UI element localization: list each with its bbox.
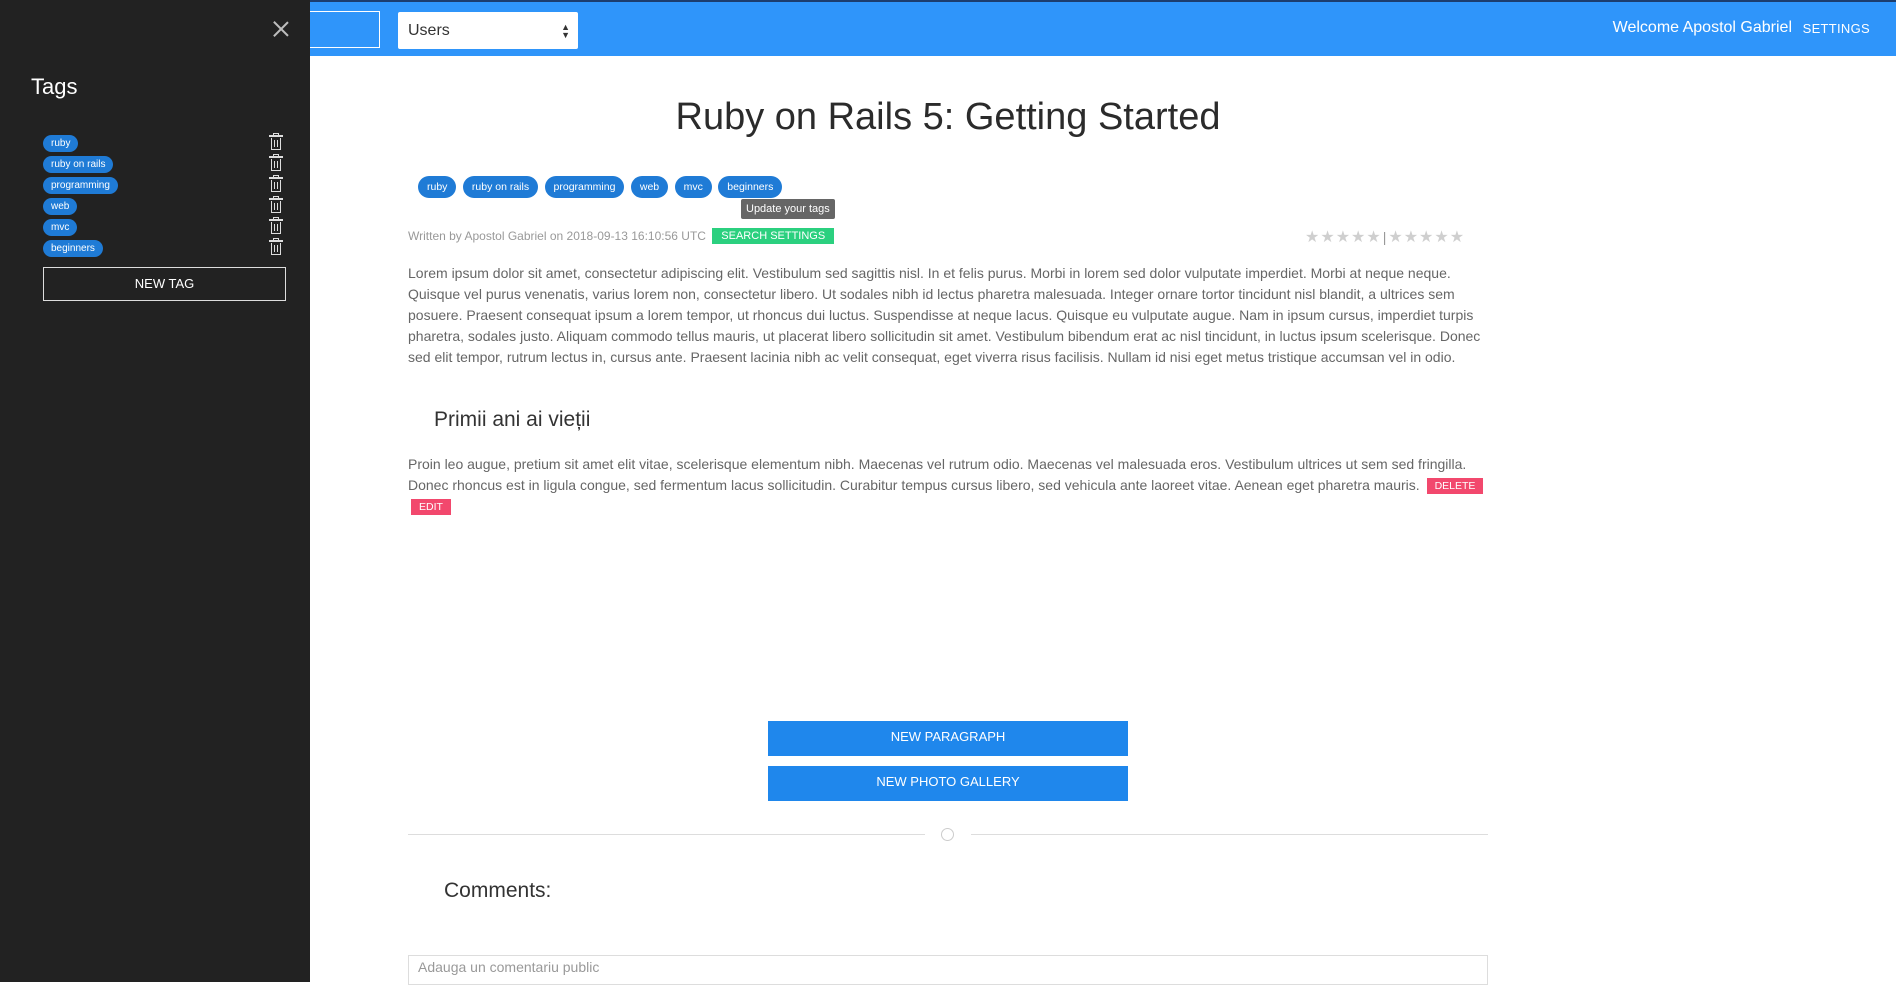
tags-sidebar: Tags ruby ruby on rails programming web … bbox=[0, 0, 310, 982]
trash-icon[interactable] bbox=[269, 175, 283, 192]
sidebar-tag[interactable]: web bbox=[43, 198, 78, 215]
sidebar-tag-row: programming bbox=[43, 175, 283, 194]
search-input[interactable] bbox=[300, 11, 380, 48]
sidebar-title: Tags bbox=[31, 74, 78, 99]
search-settings-button[interactable]: SEARCH SETTINGS bbox=[712, 228, 835, 244]
select-arrows-icon: ▲ ▼ bbox=[561, 22, 570, 40]
post-tag[interactable]: web bbox=[630, 176, 669, 198]
sidebar-tag[interactable]: ruby on rails bbox=[43, 156, 114, 173]
post-paragraph-1: Lorem ipsum dolor sit amet, consectetur … bbox=[408, 265, 1481, 365]
update-tags-tooltip: Update your tags bbox=[741, 199, 835, 219]
star-icon[interactable]: ★ bbox=[1351, 229, 1366, 246]
star-icon[interactable]: ★ bbox=[1388, 229, 1403, 246]
post-tag[interactable]: mvc bbox=[674, 176, 712, 198]
sidebar-tag-row: ruby bbox=[43, 133, 283, 152]
star-icon[interactable]: ★ bbox=[1404, 229, 1419, 246]
divider-line bbox=[971, 834, 1488, 835]
rating-separator: | bbox=[1382, 229, 1388, 245]
comments-heading: Comments: bbox=[444, 879, 552, 902]
trash-icon[interactable] bbox=[269, 154, 283, 171]
divider-line bbox=[408, 834, 925, 835]
section-heading: Primii ani ai vieții bbox=[434, 408, 591, 431]
new-photo-gallery-button[interactable]: NEW PHOTO GALLERY bbox=[768, 766, 1128, 801]
star-icon[interactable]: ★ bbox=[1366, 229, 1381, 246]
post-tag[interactable]: beginners bbox=[718, 176, 783, 198]
post-title: Ruby on Rails 5: Getting Started bbox=[675, 96, 1221, 138]
settings-link[interactable]: SETTINGS bbox=[1803, 21, 1870, 36]
sidebar-tag[interactable]: beginners bbox=[43, 240, 103, 257]
delete-button[interactable]: DELETE bbox=[1426, 478, 1484, 494]
post-tag[interactable]: ruby on rails bbox=[462, 176, 539, 198]
post-byline: Written by Apostol Gabriel on 2018-09-13… bbox=[408, 228, 835, 244]
search-type-select[interactable]: Users ▲ ▼ bbox=[398, 12, 578, 49]
comment-input[interactable]: Adauga un comentariu public bbox=[408, 955, 1488, 985]
sidebar-tag[interactable]: programming bbox=[43, 177, 118, 194]
post-tag[interactable]: ruby bbox=[418, 176, 457, 198]
trash-icon[interactable] bbox=[269, 196, 283, 213]
sidebar-tag-row: mvc bbox=[43, 217, 283, 236]
post-tags: ruby ruby on rails programming web mvc b… bbox=[418, 176, 784, 198]
edit-button[interactable]: EDIT bbox=[411, 499, 451, 515]
sidebar-tag[interactable]: ruby bbox=[43, 135, 79, 152]
sidebar-tag-row: web bbox=[43, 196, 283, 215]
star-icon[interactable]: ★ bbox=[1305, 229, 1320, 246]
paragraph-2-text: Proin leo augue, pretium sit amet elit v… bbox=[408, 456, 1467, 493]
post-paragraph-2: Proin leo augue, pretium sit amet elit v… bbox=[408, 454, 1488, 517]
trash-icon[interactable] bbox=[269, 133, 283, 150]
star-icon[interactable]: ★ bbox=[1450, 229, 1465, 246]
sidebar-tag-row: beginners bbox=[43, 238, 283, 257]
rating-stars[interactable]: ★★★★★|★★★★★ bbox=[1305, 227, 1465, 247]
divider-circle-icon bbox=[941, 828, 954, 841]
post-tag[interactable]: programming bbox=[544, 176, 625, 198]
close-icon[interactable] bbox=[272, 20, 290, 38]
star-icon[interactable]: ★ bbox=[1320, 229, 1335, 246]
trash-icon[interactable] bbox=[269, 217, 283, 234]
select-value: Users bbox=[408, 22, 450, 39]
new-tag-button[interactable]: NEW TAG bbox=[43, 267, 286, 301]
sidebar-tag[interactable]: mvc bbox=[43, 219, 78, 236]
new-paragraph-button[interactable]: NEW PARAGRAPH bbox=[768, 721, 1128, 756]
star-icon[interactable]: ★ bbox=[1336, 229, 1351, 246]
trash-icon[interactable] bbox=[269, 238, 283, 255]
welcome-text: Welcome Apostol Gabriel bbox=[1612, 19, 1792, 36]
sidebar-tag-row: ruby on rails bbox=[43, 154, 283, 173]
byline-text: Written by Apostol Gabriel on 2018-09-13… bbox=[408, 229, 706, 243]
star-icon[interactable]: ★ bbox=[1419, 229, 1434, 246]
star-icon[interactable]: ★ bbox=[1434, 229, 1449, 246]
